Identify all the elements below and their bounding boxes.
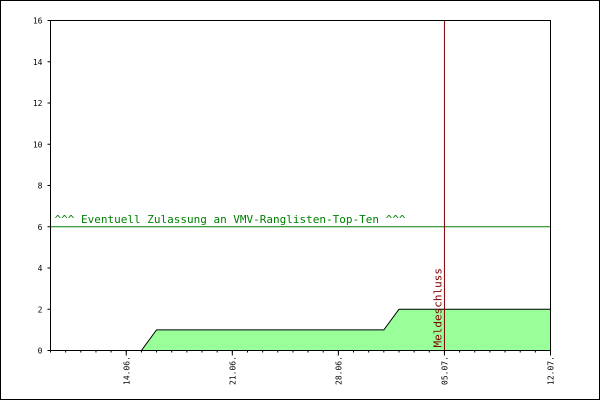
chart: 0 2 4 6 8 10 12 14 16 14.06. 21.06. 28.06. 05.07. 12… [33, 17, 556, 385]
area-layer [50, 308, 551, 351]
y-axis: 0 2 4 6 8 10 12 14 16 [33, 17, 51, 356]
y-tick-label: 10 [33, 140, 43, 149]
y-tick-label: 8 [38, 182, 43, 191]
x-tick-label: 05.07. [440, 356, 449, 385]
x-axis: 14.06. 21.06. 28.06. 05.07. 12.07. [50, 350, 556, 385]
annotation-lines [50, 20, 551, 351]
x-tick-label: 14.06. [122, 356, 131, 385]
y-tick-label: 4 [38, 264, 43, 273]
x-tick-label: 21.06. [228, 356, 237, 385]
x-tick-label: 28.06. [334, 356, 343, 385]
y-tick-label: 16 [33, 17, 43, 26]
y-tick-label: 12 [33, 99, 43, 108]
y-tick-label: 0 [38, 347, 43, 356]
y-tick-label: 14 [33, 58, 43, 67]
deadline-label: Meldeschluss [431, 268, 444, 347]
y-tick-label: 6 [38, 223, 43, 232]
x-tick-label: 12.07. [547, 356, 556, 385]
plot-border [50, 20, 551, 351]
threshold-label: ^^^ Eventuell Zulassung an VMV-Rangliste… [55, 213, 406, 226]
y-tick-label: 2 [38, 305, 43, 314]
